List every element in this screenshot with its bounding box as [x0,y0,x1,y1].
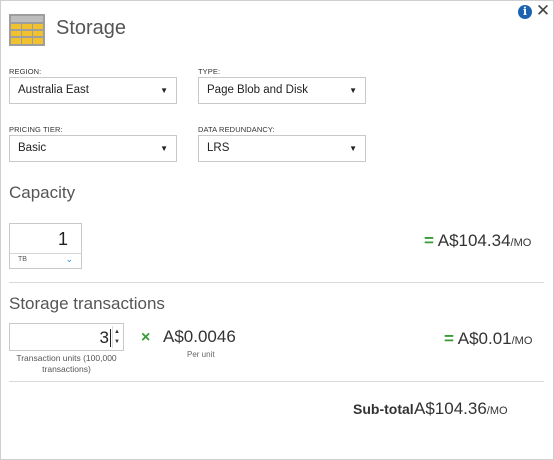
region-value: Australia East [18,84,89,96]
pricing-tier-label: PRICING TIER: [9,125,63,134]
subtotal-label: Sub-total [353,401,414,417]
type-value: Page Blob and Disk [207,84,309,96]
data-redundancy-label: DATA REDUNDANCY: [198,125,275,134]
transactions-price-period: /MO [511,335,533,347]
transactions-stepper[interactable]: ▲ ▼ [112,326,122,348]
unit-price: A$0.0046 [163,327,236,346]
close-icon[interactable]: ✕ [535,2,551,20]
capacity-unit: TB [18,256,27,263]
type-label: TYPE: [198,67,221,76]
transactions-title: Storage transactions [9,294,165,313]
type-select[interactable]: Page Blob and Disk ▼ [198,77,366,104]
text-cursor [110,329,111,347]
subtotal-price: A$104.36/MO [414,399,508,419]
capacity-input[interactable]: 1 TB ⌄ [9,223,82,269]
info-icon[interactable]: i [518,5,532,19]
capacity-value: 1 [57,229,68,249]
capacity-price-value: A$104.34 [437,231,511,250]
pricing-tier-select[interactable]: Basic ▼ [9,135,177,162]
subtotal-price-period: /MO [486,405,508,417]
data-redundancy-value: LRS [207,142,230,154]
chevron-down-icon: ▼ [160,144,168,153]
region-label: REGION: [9,67,42,76]
transactions-value: 3 [99,328,109,347]
capacity-title: Capacity [9,183,76,202]
transactions-help: Transaction units (100,000 transactions) [16,353,117,374]
chevron-down-icon: ▼ [349,86,357,95]
per-unit-label: Per unit [187,350,215,359]
pricing-tier-value: Basic [18,142,47,154]
transactions-price: = A$0.01/MO [444,329,532,349]
equals-sign: = [424,231,434,250]
chevron-down-icon: ▼ [160,86,168,95]
chevron-down-icon: ▼ [349,144,357,153]
chevron-down-icon[interactable]: ⌄ [65,254,73,265]
subtotal-price-value: A$104.36 [414,399,487,418]
page-title: Storage [56,17,127,39]
stepper-up-icon[interactable]: ▲ [114,328,120,336]
divider [9,282,544,283]
stepper-down-icon[interactable]: ▼ [114,338,120,346]
storage-table-icon [9,14,45,46]
capacity-price-period: /MO [510,237,532,249]
equals-sign: = [444,329,454,348]
divider [9,381,544,382]
data-redundancy-select[interactable]: LRS ▼ [198,135,366,162]
capacity-price: = A$104.34/MO [424,231,531,251]
region-select[interactable]: Australia East ▼ [9,77,177,104]
multiply-sign: × [141,329,151,346]
transactions-price-value: A$0.01 [457,329,512,348]
storage-panel: Storage i ✕ REGION: Australia East ▼ TYP… [0,0,554,460]
transactions-input[interactable]: 3 ▲ ▼ [9,323,124,351]
